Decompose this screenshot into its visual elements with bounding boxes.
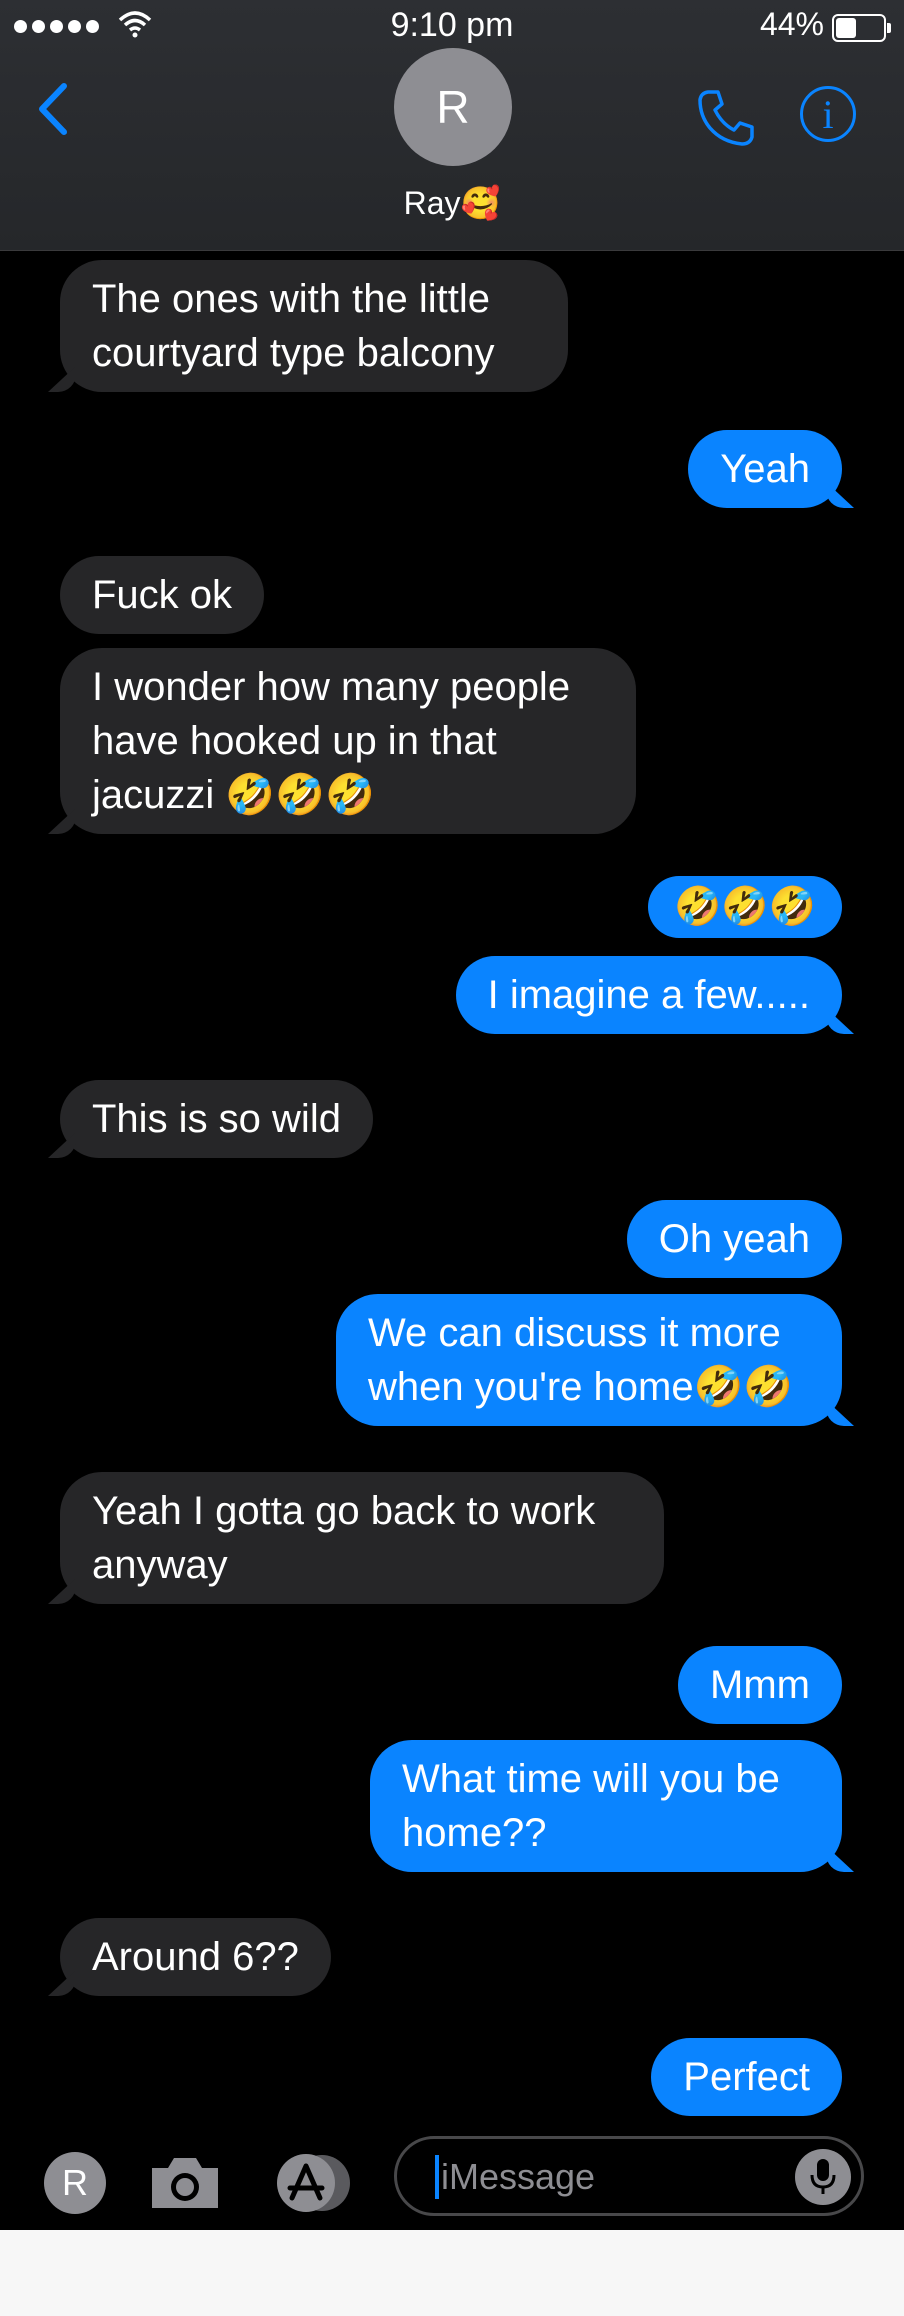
incoming-message[interactable]: I wonder how many people have hooked up …: [60, 648, 636, 834]
outgoing-message[interactable]: Perfect: [651, 2038, 842, 2116]
compose-bar: R iMessage: [0, 2120, 904, 2230]
conversation-header: 9:10 pm 44% R Ray🥰 i: [0, 0, 904, 251]
incoming-message[interactable]: Fuck ok: [60, 556, 265, 634]
microphone-icon[interactable]: [795, 2149, 851, 2205]
home-indicator-area: [0, 2230, 904, 2316]
outgoing-message[interactable]: 🤣🤣🤣: [648, 876, 842, 938]
message-input[interactable]: iMessage: [394, 2136, 864, 2216]
outgoing-message[interactable]: We can discuss it more when you're home🤣…: [336, 1294, 842, 1426]
app-store-icon[interactable]: [270, 2152, 352, 2214]
incoming-message[interactable]: Around 6??: [60, 1918, 331, 1996]
incoming-message[interactable]: This is so wild: [60, 1080, 373, 1158]
battery-icon: [832, 14, 891, 42]
message-thread: The ones with the little courtyard type …: [0, 250, 904, 2120]
outgoing-message[interactable]: Mmm: [678, 1646, 842, 1724]
back-icon[interactable]: [34, 82, 70, 136]
info-icon[interactable]: i: [800, 86, 856, 142]
camera-icon[interactable]: [148, 2154, 222, 2212]
battery-percentage: 44%: [759, 6, 824, 42]
outgoing-message[interactable]: What time will you be home??: [370, 1740, 842, 1872]
contact-name[interactable]: Ray🥰: [0, 184, 904, 222]
outgoing-message[interactable]: Yeah: [688, 430, 842, 508]
status-bar: 9:10 pm 44%: [0, 6, 904, 50]
contact-avatar-button[interactable]: R: [44, 2152, 106, 2214]
message-placeholder: iMessage: [441, 2156, 596, 2197]
contact-avatar[interactable]: R: [394, 48, 512, 166]
phone-icon[interactable]: [694, 86, 758, 150]
incoming-message[interactable]: The ones with the little courtyard type …: [60, 260, 568, 392]
outgoing-message[interactable]: Oh yeah: [626, 1200, 842, 1278]
text-cursor: [435, 2155, 439, 2199]
incoming-message[interactable]: Yeah I gotta go back to work anyway: [60, 1472, 664, 1604]
outgoing-message[interactable]: I imagine a few.....: [455, 956, 842, 1034]
